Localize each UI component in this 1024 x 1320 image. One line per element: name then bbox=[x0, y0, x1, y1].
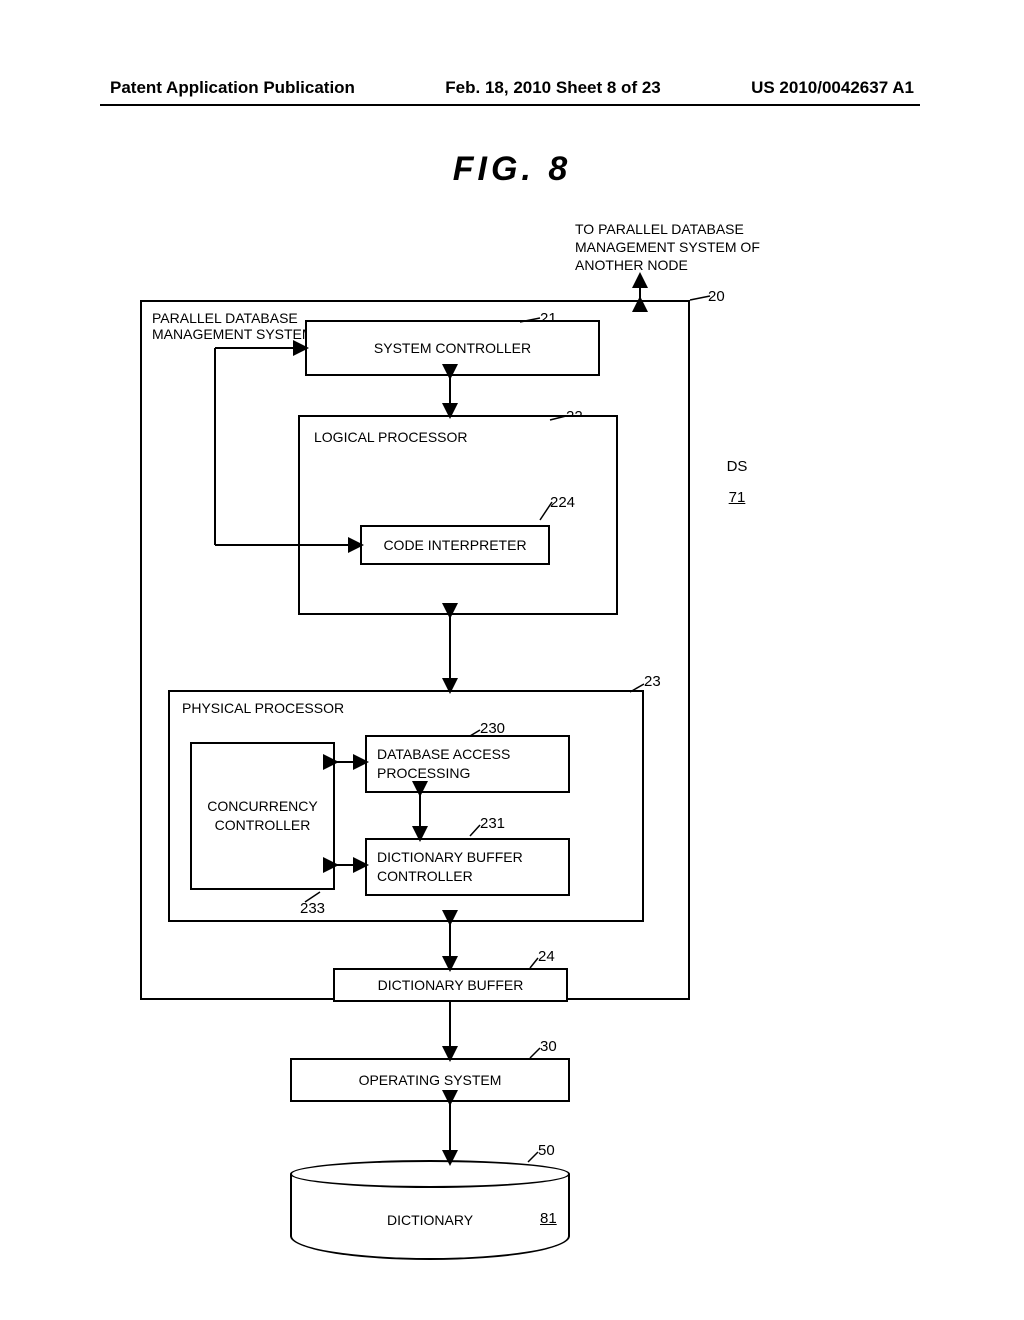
page: Patent Application Publication Feb. 18, … bbox=[0, 0, 1024, 1320]
connectors bbox=[120, 200, 900, 1280]
page-header: Patent Application Publication Feb. 18, … bbox=[0, 78, 1024, 98]
header-rule bbox=[100, 104, 920, 106]
header-center: Feb. 18, 2010 Sheet 8 of 23 bbox=[445, 78, 660, 98]
header-right: US 2010/0042637 A1 bbox=[751, 78, 914, 98]
header-left: Patent Application Publication bbox=[110, 78, 355, 98]
diagram-stage: TO PARALLEL DATABASE MANAGEMENT SYSTEM O… bbox=[120, 200, 900, 1260]
figure-title: FIG. 8 bbox=[0, 150, 1024, 189]
